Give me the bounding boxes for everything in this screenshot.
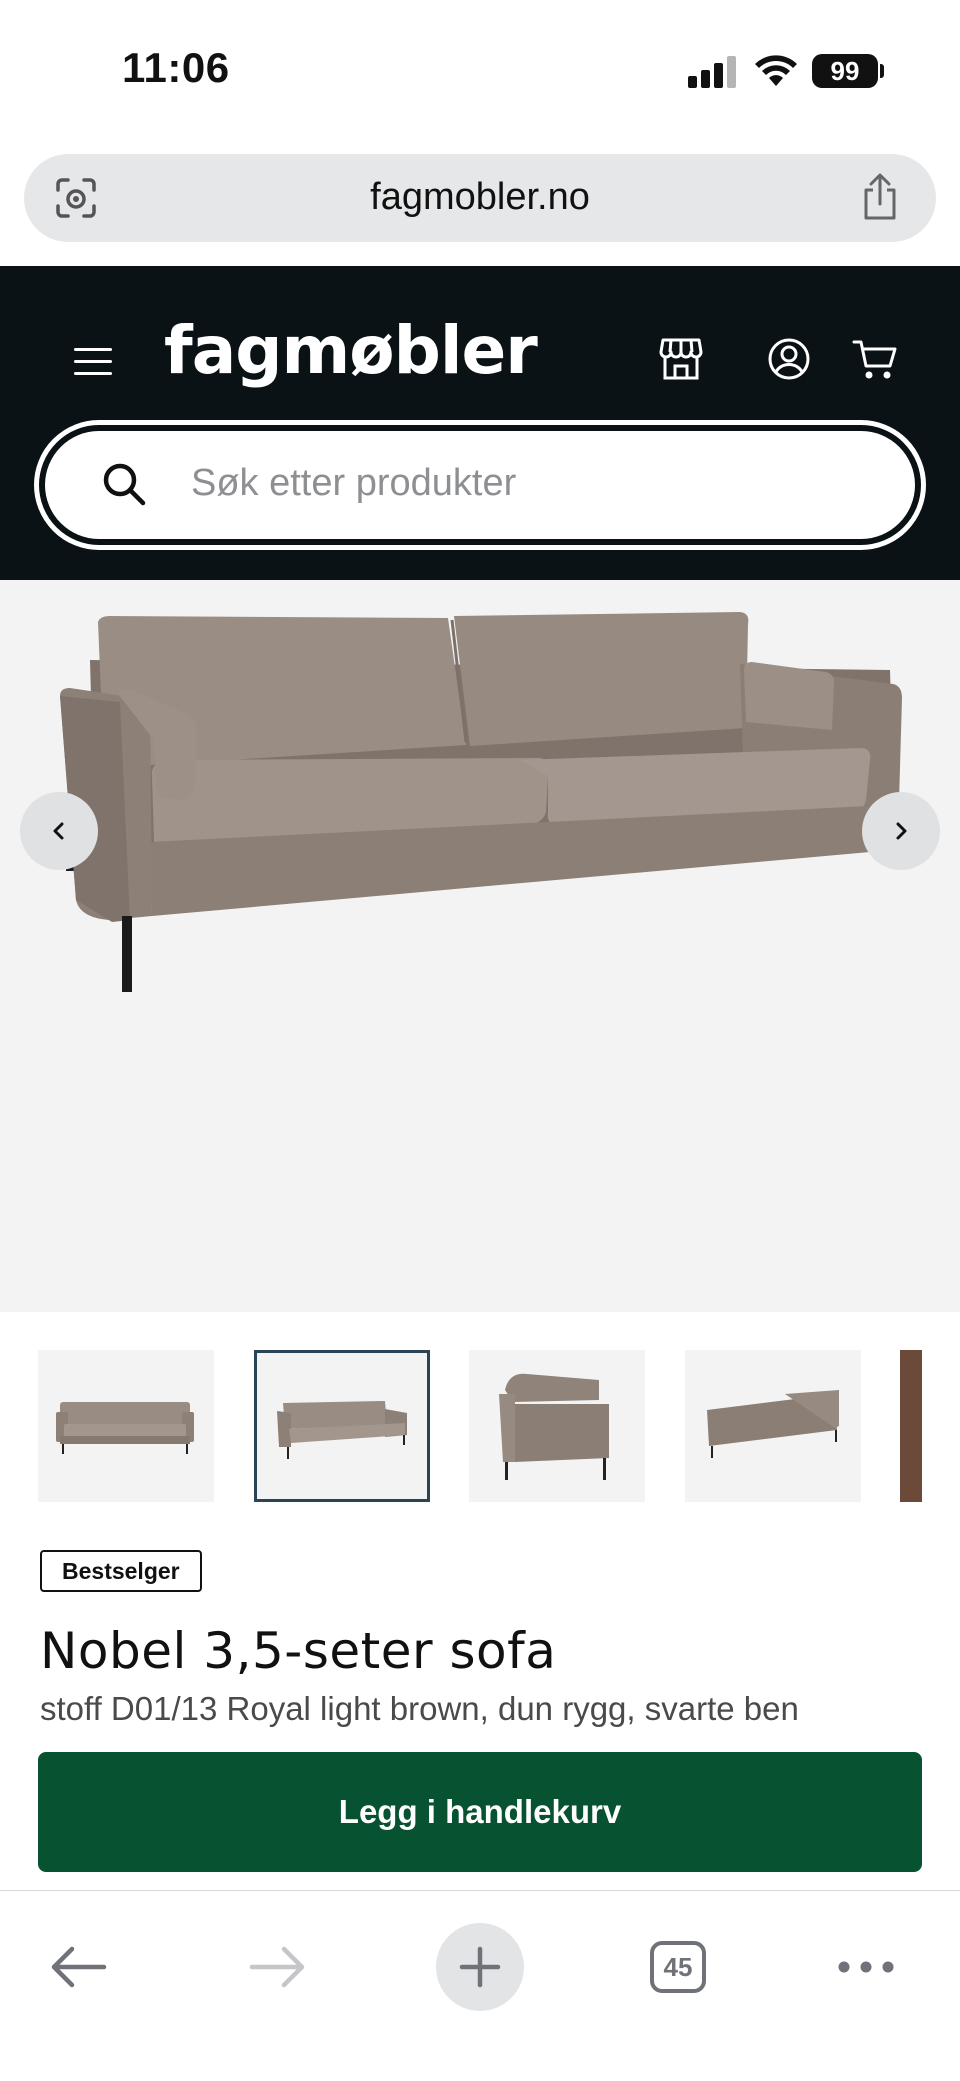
more-button[interactable] xyxy=(830,1931,902,2003)
sofa-image xyxy=(60,612,902,992)
store-icon[interactable] xyxy=(658,336,704,382)
status-bar: 11:06 99 xyxy=(0,0,960,140)
back-button[interactable] xyxy=(42,1931,114,2003)
browser-toolbar: 45 xyxy=(0,1890,960,2081)
thumbnail-4[interactable] xyxy=(685,1350,861,1502)
thumbnail-sofa-angle xyxy=(277,1401,407,1459)
thumbnail-strip xyxy=(38,1350,922,1502)
hamburger-icon[interactable] xyxy=(74,348,112,376)
more-icon xyxy=(838,1961,894,1973)
carousel-prev-button[interactable] xyxy=(20,792,98,870)
plus-icon xyxy=(459,1946,501,1988)
thumbnail-sofa-back xyxy=(707,1390,839,1458)
site-logo[interactable]: fagmøbler xyxy=(164,312,538,389)
site-header: fagmøbler xyxy=(0,266,960,580)
url-text[interactable]: fagmobler.no xyxy=(24,176,936,219)
carousel-next-button[interactable] xyxy=(862,792,940,870)
chevron-right-icon xyxy=(896,822,907,840)
add-to-cart-button[interactable]: Legg i handlekurv xyxy=(38,1752,922,1872)
cart-icon[interactable] xyxy=(852,336,898,382)
product-title: Nobel 3,5-seter sofa xyxy=(40,1622,557,1680)
chevron-left-icon xyxy=(53,822,64,840)
forward-arrow-icon xyxy=(249,1946,305,1988)
search-box[interactable] xyxy=(34,420,926,550)
wifi-icon xyxy=(755,55,797,86)
account-icon[interactable] xyxy=(766,336,812,382)
back-arrow-icon xyxy=(51,1946,107,1988)
product-image-carousel[interactable] xyxy=(0,580,960,1312)
new-tab-button[interactable] xyxy=(436,1923,524,2011)
cellular-signal-icon xyxy=(688,56,740,88)
battery-nub xyxy=(880,64,884,78)
address-bar[interactable]: fagmobler.no xyxy=(24,154,936,242)
thumbnail-sofa-front xyxy=(56,1402,194,1454)
search-input[interactable] xyxy=(191,453,811,513)
thumbnail-5[interactable] xyxy=(900,1350,922,1502)
thumbnail-3[interactable] xyxy=(469,1350,645,1502)
thumbnail-2[interactable] xyxy=(254,1350,430,1502)
product-subtitle: stoff D01/13 Royal light brown, dun rygg… xyxy=(40,1690,799,1727)
search-icon[interactable] xyxy=(101,461,147,507)
tabs-count: 45 xyxy=(650,1941,706,1993)
bestseller-badge: Bestselger xyxy=(40,1550,202,1592)
forward-button[interactable] xyxy=(242,1931,314,2003)
status-time: 11:06 xyxy=(122,44,230,91)
thumbnail-1[interactable] xyxy=(38,1350,214,1502)
tabs-button[interactable]: 45 xyxy=(650,1941,706,1993)
search-field[interactable] xyxy=(45,431,915,539)
thumbnail-sofa-side xyxy=(499,1373,609,1480)
battery-level: 99 xyxy=(812,54,878,88)
share-icon[interactable] xyxy=(858,172,902,222)
